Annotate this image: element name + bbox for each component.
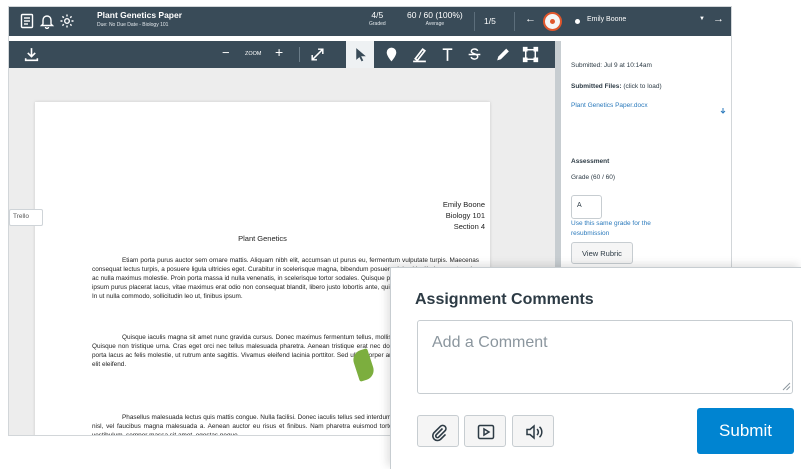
speaker-icon (526, 424, 543, 440)
submitted-files-hint: (click to load) (623, 83, 662, 90)
submitted-files-label: Submitted Files: (571, 83, 622, 90)
use-same-grade-link[interactable]: Use this same grade for the (571, 220, 651, 227)
zoom-in-button[interactable]: + (275, 44, 283, 60)
resize-grip-icon[interactable] (781, 381, 791, 391)
toolbar-divider (299, 47, 300, 62)
submitted-date: Submitted: Jul 9 at 10:14am (571, 62, 652, 69)
assessment-heading: Assessment (571, 158, 610, 165)
file-download-icon[interactable] (719, 102, 727, 114)
submit-comment-button[interactable]: Submit (697, 408, 794, 454)
header-divider (514, 12, 515, 31)
gear-icon[interactable] (59, 13, 75, 29)
graded-label: Graded (369, 21, 386, 27)
assignment-title[interactable]: Plant Genetics Paper (97, 10, 182, 20)
doc-student-name: Emily Boone (442, 200, 485, 209)
average-label: Average (425, 21, 445, 27)
bell-icon[interactable] (39, 13, 55, 29)
select-pointer-icon[interactable] (352, 46, 369, 63)
free-draw-icon[interactable] (494, 46, 511, 63)
assignment-subtitle: Due: No Due Date - Biology 101 (97, 22, 169, 28)
fullscreen-icon[interactable] (309, 46, 326, 63)
doc-course: Biology 101 (445, 211, 485, 220)
media-play-icon (477, 424, 495, 440)
comment-input[interactable] (417, 320, 793, 394)
graded-stat: 4/5 Graded (369, 10, 386, 27)
use-same-grade-link-cont[interactable]: resubmission (571, 230, 609, 237)
grade-input[interactable]: A (571, 195, 602, 219)
zoom-out-button[interactable]: − (222, 45, 230, 60)
strikeout-icon[interactable] (466, 46, 483, 63)
highlight-icon[interactable] (411, 46, 428, 63)
average-stat: 60 / 60 (100%) Average (407, 10, 463, 27)
grade-label: Grade (60 / 60) (571, 174, 616, 181)
download-icon[interactable] (23, 46, 40, 63)
header-bar: Plant Genetics Paper Due: No Due Date - … (9, 7, 731, 36)
gradebook-icon[interactable] (19, 13, 35, 29)
point-annotation-icon[interactable] (383, 46, 400, 63)
graded-value: 4/5 (371, 10, 384, 20)
dropdown-caret-icon[interactable]: ▼ (699, 16, 705, 22)
trello-tab[interactable]: Trello (9, 209, 43, 226)
submitted-file-link[interactable]: Plant Genetics Paper.docx (571, 102, 648, 109)
student-avatar (543, 12, 562, 31)
student-pager: 1/5 (484, 16, 496, 26)
submitted-files-row: Submitted Files: (click to load) (571, 83, 662, 90)
text-icon[interactable] (439, 46, 456, 63)
doc-title: Plant Genetics (238, 234, 287, 243)
paperclip-icon (432, 424, 447, 442)
view-rubric-button[interactable]: View Rubric (571, 242, 633, 264)
comments-title: Assignment Comments (415, 291, 594, 308)
arrow-right-icon[interactable]: → (713, 13, 724, 25)
annotation-toolbar: − ZOOM + (9, 41, 555, 68)
area-annotation-icon[interactable] (522, 46, 539, 63)
attach-file-button[interactable] (417, 415, 459, 447)
doc-section: Section 4 (453, 222, 485, 231)
media-comment-button[interactable] (464, 415, 506, 447)
header-divider (474, 12, 475, 31)
student-status-dot (575, 19, 580, 24)
average-value: 60 / 60 (100%) (407, 10, 463, 20)
arrow-left-icon[interactable]: ← (525, 13, 536, 25)
zoom-label: ZOOM (245, 51, 262, 57)
student-name[interactable]: Emily Boone (587, 16, 626, 23)
audio-comment-button[interactable] (512, 415, 554, 447)
assignment-comments-panel: Assignment Comments Submit (390, 267, 801, 469)
